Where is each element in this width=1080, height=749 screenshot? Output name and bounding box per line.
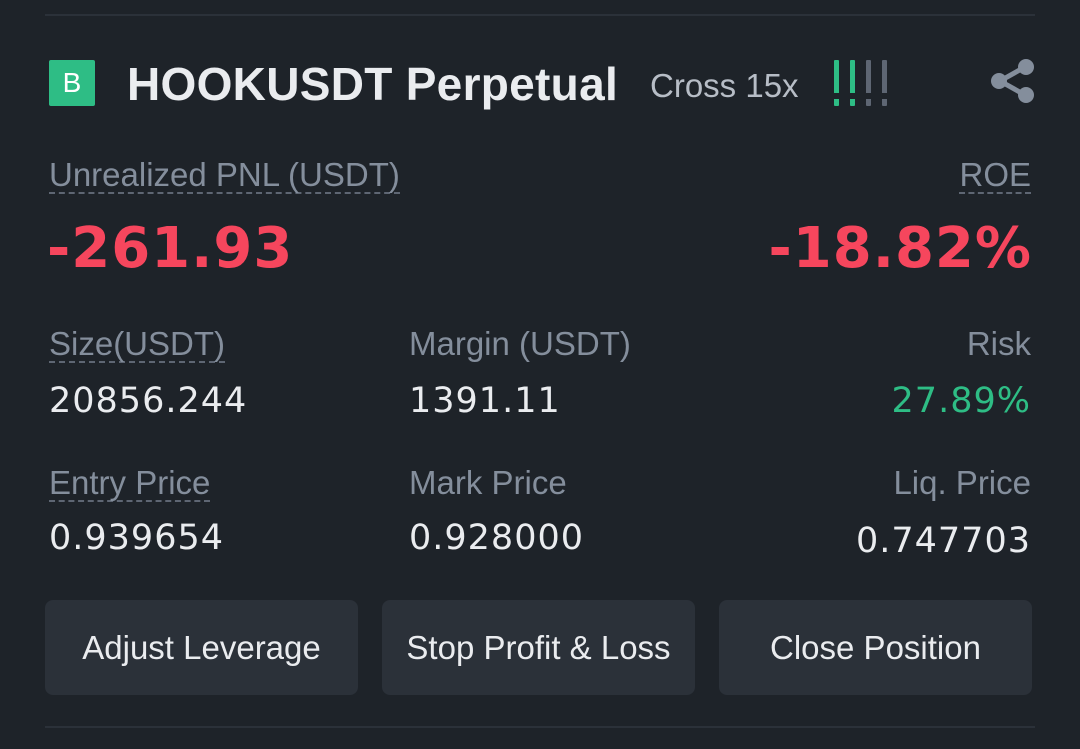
adjust-leverage-button[interactable]: Adjust Leverage (45, 600, 358, 695)
top-divider (45, 14, 1035, 16)
liq-price-value: 0.747703 (855, 521, 1031, 561)
risk-value: 27.89% (891, 381, 1031, 421)
risk-bar-3 (866, 60, 871, 106)
close-position-button[interactable]: Close Position (719, 600, 1032, 695)
side-badge: B (49, 60, 95, 106)
share-icon[interactable] (988, 56, 1038, 106)
mark-price-label: Mark Price (409, 464, 567, 501)
unrealized-pnl-label[interactable]: Unrealized PNL (USDT) (49, 158, 400, 194)
risk-level-indicator (834, 60, 894, 106)
risk-bar-4 (882, 60, 887, 106)
roe-label[interactable]: ROE (959, 158, 1031, 194)
risk-label: Risk (966, 325, 1031, 362)
roe-value: -18.82% (768, 216, 1032, 281)
stop-profit-loss-button[interactable]: Stop Profit & Loss (382, 600, 695, 695)
symbol-title[interactable]: HOOKUSDT Perpetual (127, 57, 618, 111)
liq-price-label: Liq. Price (893, 464, 1031, 501)
size-label[interactable]: Size(USDT) (49, 327, 226, 363)
entry-price-value: 0.939654 (49, 518, 225, 558)
unrealized-pnl-value: -261.93 (47, 216, 294, 281)
risk-bar-2 (850, 60, 855, 106)
bottom-divider (45, 726, 1035, 728)
mark-price-value: 0.928000 (409, 518, 585, 558)
risk-bar-1 (834, 60, 839, 106)
margin-mode-leverage[interactable]: Cross 15x (650, 66, 799, 106)
size-value: 20856.244 (49, 381, 248, 421)
margin-label: Margin (USDT) (409, 325, 631, 362)
entry-price-label[interactable]: Entry Price (49, 466, 211, 502)
margin-value: 1391.11 (409, 381, 561, 421)
position-card: B HOOKUSDT Perpetual Cross 15x Unrealize… (0, 0, 1080, 749)
